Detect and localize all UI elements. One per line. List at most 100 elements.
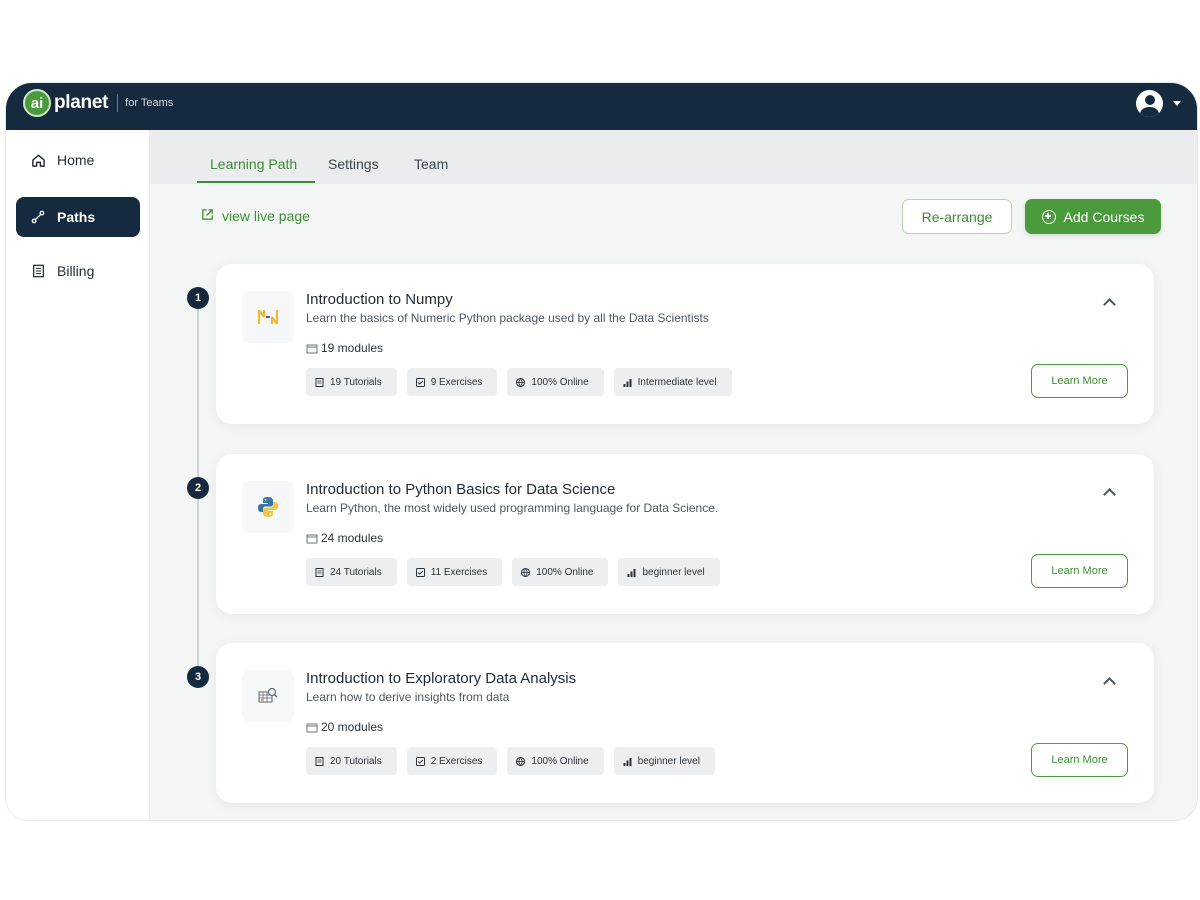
sidebar-item-label: Home bbox=[57, 152, 95, 168]
course-title: Introduction to Exploratory Data Analysi… bbox=[306, 670, 577, 687]
tutorials-chip: 24 Tutorials bbox=[306, 558, 397, 586]
app-window: ai planet for Teams Home Paths Billing L… bbox=[6, 83, 1197, 820]
signal-bars-icon bbox=[623, 757, 632, 766]
path-icon bbox=[30, 209, 46, 225]
signal-bars-icon bbox=[623, 378, 632, 387]
sidebar-item-home[interactable]: Home bbox=[16, 140, 140, 180]
view-live-page-label: view live page bbox=[222, 208, 310, 224]
tutorials-chip: 19 Tutorials bbox=[306, 368, 397, 396]
step-number: 1 bbox=[187, 287, 209, 309]
globe-icon bbox=[521, 567, 531, 577]
tutorials-count: 24 Tutorials bbox=[330, 566, 382, 578]
caret-down-icon[interactable] bbox=[1173, 101, 1181, 106]
globe-icon bbox=[516, 756, 526, 766]
logo-subtitle: for Teams bbox=[125, 97, 174, 109]
course-stats: 20 Tutorials 2 Exercises 100% Online beg… bbox=[306, 747, 715, 775]
course-card: Introduction to Numpy Learn the basics o… bbox=[216, 264, 1154, 424]
exercises-chip: 2 Exercises bbox=[406, 747, 498, 775]
course-modules: 20 modules bbox=[306, 720, 383, 734]
tab-settings[interactable]: Settings bbox=[328, 156, 379, 172]
home-icon bbox=[30, 152, 46, 168]
sidebar-item-paths[interactable]: Paths bbox=[16, 197, 140, 237]
external-link-icon bbox=[201, 208, 214, 224]
user-menu[interactable] bbox=[1136, 90, 1181, 117]
logo-divider bbox=[117, 94, 119, 112]
view-live-page-link[interactable]: view live page bbox=[201, 208, 310, 224]
course-card: Introduction to Exploratory Data Analysi… bbox=[216, 643, 1154, 803]
sidebar-item-label: Billing bbox=[57, 263, 95, 279]
online-label: 100% Online bbox=[536, 566, 594, 578]
tutorials-count: 19 Tutorials bbox=[330, 376, 382, 388]
document-icon bbox=[315, 567, 324, 577]
collapse-chevron-icon[interactable] bbox=[1103, 677, 1116, 690]
level-chip: beginner level bbox=[618, 558, 720, 586]
collapse-chevron-icon[interactable] bbox=[1103, 488, 1116, 501]
checkbox-icon bbox=[415, 377, 425, 387]
learn-more-button[interactable]: Learn More bbox=[1031, 743, 1128, 777]
document-icon bbox=[315, 756, 324, 766]
online-label: 100% Online bbox=[531, 376, 589, 388]
add-courses-label: Add Courses bbox=[1063, 208, 1145, 225]
rearrange-button[interactable]: Re-arrange bbox=[902, 199, 1012, 234]
numpy-logo-icon bbox=[242, 291, 294, 343]
step-number: 3 bbox=[187, 666, 209, 688]
learn-more-button[interactable]: Learn More bbox=[1031, 554, 1128, 588]
logo-wordmark: planet bbox=[54, 92, 109, 113]
level-label: beginner level bbox=[642, 566, 705, 578]
billing-icon bbox=[30, 263, 46, 279]
signal-bars-icon bbox=[627, 568, 636, 577]
collapse-chevron-icon[interactable] bbox=[1103, 298, 1116, 311]
learn-more-button[interactable]: Learn More bbox=[1031, 364, 1128, 398]
sidebar-item-billing[interactable]: Billing bbox=[16, 251, 140, 291]
online-chip: 100% Online bbox=[512, 558, 609, 586]
course-title: Introduction to Python Basics for Data S… bbox=[306, 481, 616, 498]
python-logo-icon bbox=[242, 481, 294, 533]
add-courses-button[interactable]: Add Courses bbox=[1025, 199, 1161, 234]
ai-planet-logo[interactable]: ai planet for Teams bbox=[23, 89, 173, 117]
modules-count: 24 modules bbox=[321, 531, 384, 545]
online-chip: 100% Online bbox=[507, 368, 604, 396]
sidebar-item-label: Paths bbox=[57, 209, 96, 225]
tutorials-count: 20 Tutorials bbox=[330, 755, 382, 767]
modules-icon bbox=[306, 534, 318, 543]
course-stats: 19 Tutorials 9 Exercises 100% Online Int… bbox=[306, 368, 732, 396]
tab-team[interactable]: Team bbox=[414, 156, 448, 172]
modules-count: 20 modules bbox=[321, 720, 384, 734]
course-card: Introduction to Python Basics for Data S… bbox=[216, 454, 1154, 614]
step-number: 2 bbox=[187, 477, 209, 499]
level-chip: beginner level bbox=[613, 747, 715, 775]
online-label: 100% Online bbox=[531, 755, 589, 767]
user-avatar-icon[interactable] bbox=[1136, 90, 1163, 117]
course-modules: 19 modules bbox=[306, 341, 383, 355]
level-label: beginner level bbox=[637, 755, 700, 767]
top-navbar: ai planet for Teams bbox=[6, 83, 1197, 130]
tutorials-chip: 20 Tutorials bbox=[306, 747, 397, 775]
online-chip: 100% Online bbox=[507, 747, 604, 775]
exercises-count: 11 Exercises bbox=[430, 566, 488, 578]
active-tab-indicator bbox=[197, 181, 315, 183]
checkbox-icon bbox=[415, 756, 425, 766]
course-description: Learn how to derive insights from data bbox=[306, 690, 510, 704]
tab-learning-path[interactable]: Learning Path bbox=[210, 156, 297, 172]
course-description: Learn the basics of Numeric Python packa… bbox=[306, 311, 709, 325]
level-label: Intermediate level bbox=[637, 376, 717, 388]
globe-icon bbox=[516, 377, 526, 387]
level-chip: Intermediate level bbox=[613, 368, 732, 396]
plus-circle-icon bbox=[1041, 209, 1056, 224]
exercises-count: 2 Exercises bbox=[430, 755, 483, 767]
modules-icon bbox=[306, 344, 318, 353]
modules-icon bbox=[306, 723, 318, 732]
exercises-chip: 11 Exercises bbox=[406, 558, 503, 586]
exercises-chip: 9 Exercises bbox=[406, 368, 498, 396]
logo-badge: ai bbox=[23, 89, 51, 117]
modules-count: 19 modules bbox=[321, 341, 384, 355]
course-stats: 24 Tutorials 11 Exercises 100% Online be… bbox=[306, 558, 720, 586]
sidebar: Home Paths Billing bbox=[6, 130, 150, 820]
document-icon bbox=[315, 377, 324, 387]
course-title: Introduction to Numpy bbox=[306, 291, 453, 308]
exercises-count: 9 Exercises bbox=[430, 376, 483, 388]
course-description: Learn Python, the most widely used progr… bbox=[306, 501, 719, 515]
data-analysis-icon bbox=[242, 670, 294, 722]
course-modules: 24 modules bbox=[306, 531, 383, 545]
tab-bar: Learning Path Settings Team bbox=[150, 130, 1197, 184]
